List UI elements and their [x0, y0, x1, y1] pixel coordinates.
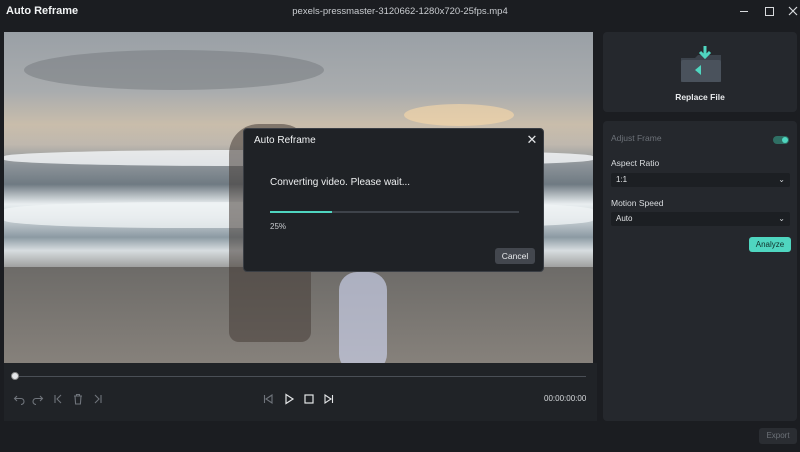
chevron-down-icon: ⌄ [778, 214, 785, 223]
delete-icon[interactable] [71, 392, 85, 406]
play-icon[interactable] [282, 392, 296, 406]
frame-forward-icon[interactable] [322, 392, 336, 406]
adjust-frame-toggle[interactable] [773, 136, 789, 144]
prev-mark-icon[interactable] [51, 392, 65, 406]
adjust-frame-label: Adjust Frame [611, 133, 662, 143]
export-button[interactable]: Export [759, 428, 797, 444]
cancel-button[interactable]: Cancel [495, 248, 535, 264]
aspect-ratio-select[interactable]: 1:1 ⌄ [611, 173, 790, 187]
dialog-close-icon[interactable]: ✕ [525, 133, 539, 147]
progress-bar [270, 211, 519, 213]
timecode: 00:00:00:00 [544, 394, 587, 403]
video-person-girl [339, 272, 387, 363]
motion-speed-label: Motion Speed [611, 198, 664, 208]
title-bar: Auto Reframe pexels-pressmaster-3120662-… [0, 0, 800, 24]
playhead-handle[interactable] [11, 372, 19, 380]
undo-icon[interactable] [12, 392, 26, 406]
replace-file-label: Replace File [675, 92, 725, 102]
progress-dialog: Auto Reframe ✕ Converting video. Please … [243, 128, 544, 272]
close-icon[interactable] [784, 3, 800, 19]
progress-bar-fill [270, 211, 333, 213]
aspect-ratio-label: Aspect Ratio [611, 158, 660, 168]
maximize-icon[interactable] [760, 3, 778, 19]
motion-speed-value: Auto [616, 214, 633, 223]
frame-back-icon[interactable] [261, 392, 275, 406]
folder-download-icon [681, 46, 721, 82]
progress-percent: 25% [270, 222, 287, 231]
dialog-title: Auto Reframe [254, 135, 316, 146]
timeline-track[interactable] [14, 376, 586, 377]
replace-file-button[interactable]: Replace File [603, 32, 797, 112]
minimize-icon[interactable] [735, 3, 753, 19]
player-controls: 00:00:00:00 [4, 363, 597, 421]
analyze-button[interactable]: Analyze [749, 237, 791, 252]
file-name: pexels-pressmaster-3120662-1280x720-25fp… [292, 6, 508, 17]
dialog-message: Converting video. Please wait... [270, 177, 411, 188]
next-mark-icon[interactable] [91, 392, 105, 406]
stop-icon[interactable] [302, 392, 316, 406]
aspect-ratio-value: 1:1 [616, 175, 628, 184]
settings-panel: Adjust Frame Aspect Ratio 1:1 ⌄ Motion S… [603, 121, 797, 421]
motion-speed-select[interactable]: Auto ⌄ [611, 212, 790, 226]
auto-reframe-window: Auto Reframe pexels-pressmaster-3120662-… [0, 0, 800, 452]
chevron-down-icon: ⌄ [778, 175, 785, 184]
redo-icon[interactable] [31, 392, 45, 406]
